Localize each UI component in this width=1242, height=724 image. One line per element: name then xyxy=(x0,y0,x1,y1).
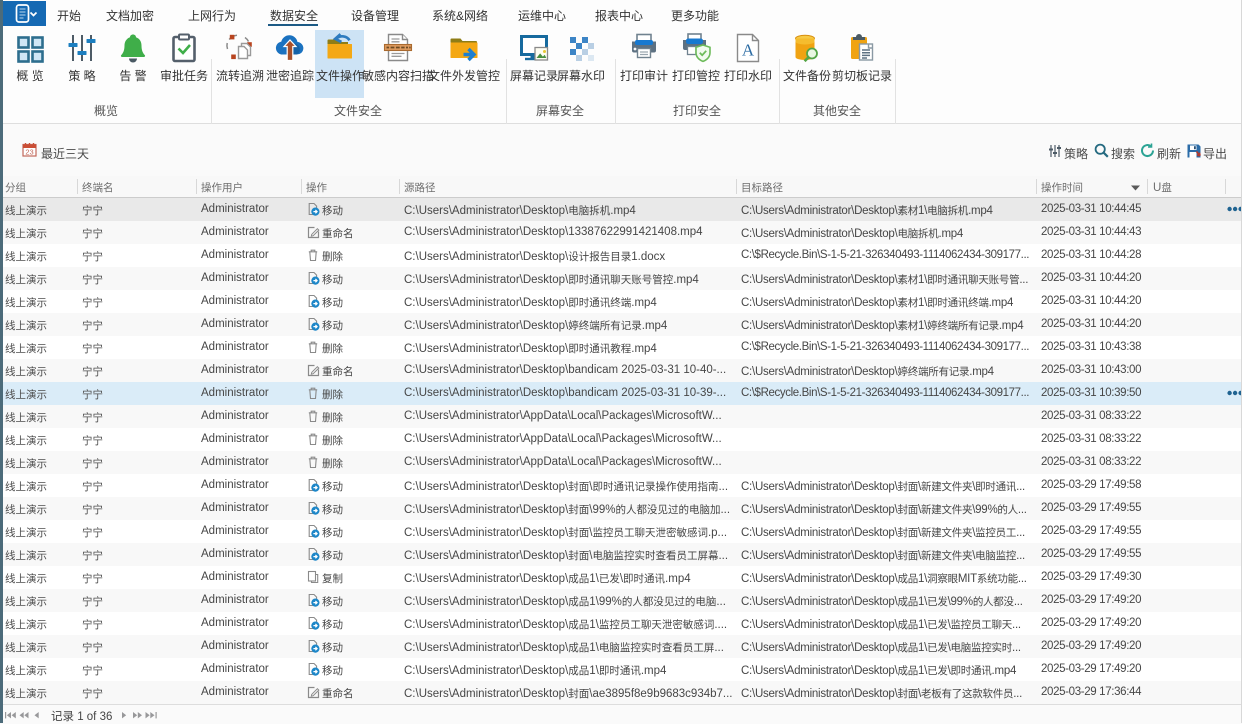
svg-text:A: A xyxy=(742,41,755,60)
svg-text:23: 23 xyxy=(25,148,33,157)
